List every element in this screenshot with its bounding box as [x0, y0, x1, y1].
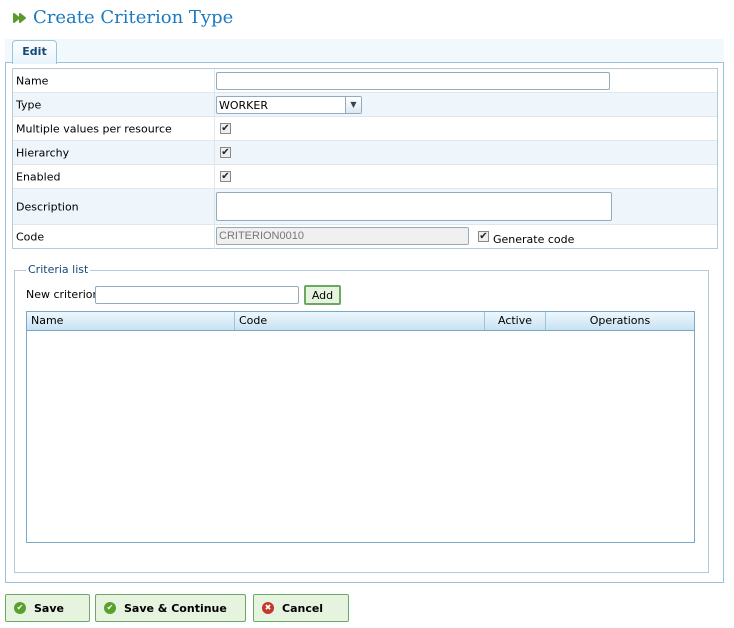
multiple-checkbox[interactable]: ✔ [220, 123, 231, 134]
generate-code-checkbox[interactable]: ✔ [478, 231, 489, 242]
column-operations[interactable]: Operations [546, 312, 694, 330]
column-code[interactable]: Code [235, 312, 485, 330]
check-icon: ✔ [14, 602, 26, 614]
enabled-checkbox[interactable]: ✔ [220, 171, 231, 182]
double-chevron-icon [13, 13, 26, 23]
save-button[interactable]: ✔ Save [5, 594, 90, 622]
criteria-legend: Criteria list [26, 263, 91, 276]
new-criterion-input[interactable] [95, 286, 299, 304]
multiple-row: Multiple values per resource ✔ [13, 117, 717, 141]
hierarchy-row: Hierarchy ✔ [13, 141, 717, 165]
enabled-label: Enabled [16, 170, 61, 183]
hierarchy-checkbox[interactable]: ✔ [220, 147, 231, 158]
save-continue-label: Save & Continue [124, 602, 227, 615]
new-criterion-label: New criterion [26, 288, 100, 301]
page-title: Create Criterion Type [33, 7, 234, 28]
cancel-icon: ✖ [262, 602, 274, 614]
cancel-button[interactable]: ✖ Cancel [253, 594, 349, 622]
description-textarea[interactable] [216, 192, 612, 221]
type-select[interactable]: WORKER ▼ [216, 96, 362, 114]
generate-code-label: Generate code [493, 233, 575, 246]
enabled-row: Enabled ✔ [13, 165, 717, 189]
type-value: WORKER [219, 99, 268, 112]
name-input[interactable] [216, 72, 610, 90]
code-input[interactable] [216, 227, 469, 245]
criteria-grid: Name Code Active Operations [26, 311, 695, 543]
chevron-down-icon[interactable]: ▼ [345, 97, 361, 113]
tab-edit[interactable]: Edit [12, 40, 57, 64]
name-row: Name [13, 69, 717, 93]
criterion-form: Name Type WORKER ▼ Multiple values per re… [12, 68, 718, 249]
column-active[interactable]: Active [485, 312, 546, 330]
code-label: Code [16, 230, 45, 244]
description-row: Description [13, 189, 717, 225]
type-row: Type WORKER ▼ [13, 93, 717, 117]
add-button[interactable]: Add [304, 285, 341, 305]
save-label: Save [34, 602, 64, 615]
save-continue-button[interactable]: ✔ Save & Continue [95, 594, 246, 622]
grid-header: Name Code Active Operations [27, 312, 694, 331]
description-label: Description [16, 200, 79, 213]
code-row: Code ✔ Generate code [13, 225, 717, 249]
name-label: Name [16, 74, 49, 87]
column-name[interactable]: Name [27, 312, 235, 330]
check-icon: ✔ [104, 602, 116, 614]
type-label: Type [16, 98, 42, 111]
hierarchy-label: Hierarchy [16, 146, 70, 159]
cancel-label: Cancel [282, 602, 324, 615]
multiple-label: Multiple values per resource [16, 122, 172, 135]
tab-strip [5, 39, 724, 63]
